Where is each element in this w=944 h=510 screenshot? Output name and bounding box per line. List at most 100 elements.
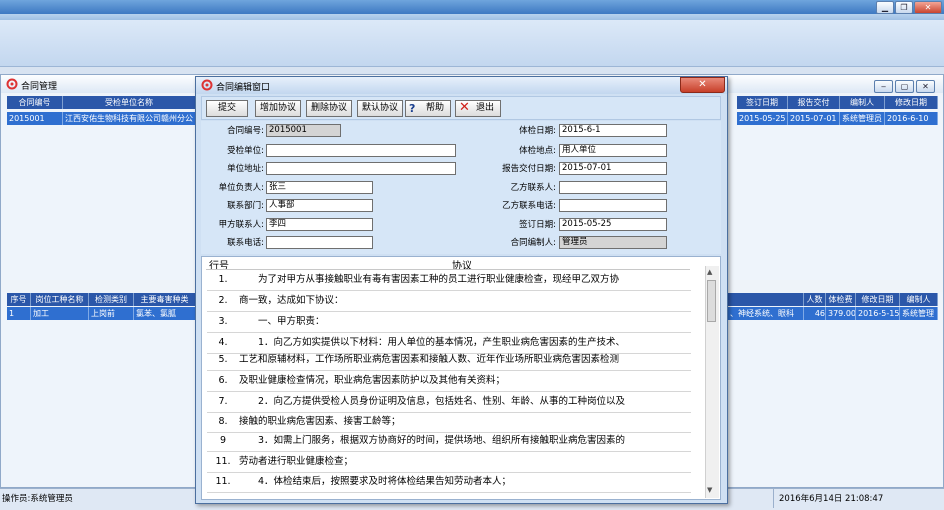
grid-header-author[interactable]: 编制人 bbox=[840, 96, 885, 109]
line-text: 及职业健康检查情况，职业病危害因素防护以及其他有关资料； bbox=[239, 375, 506, 386]
agreement-line[interactable]: 7. 2．向乙方提供受检人员身份证明及信息，包括姓名、性别、年龄、从事的工种岗位… bbox=[207, 392, 691, 413]
status-divider bbox=[773, 489, 774, 508]
exit-button[interactable]: ✕ 退出 bbox=[455, 100, 501, 117]
grid2-cell-position[interactable]: 加工 bbox=[31, 307, 89, 320]
grid-header-sign-date[interactable]: 签订日期 bbox=[737, 96, 788, 109]
report-date-field[interactable]: 2015-07-01 bbox=[559, 162, 667, 175]
scroll-down-icon[interactable]: ▼ bbox=[707, 486, 712, 494]
phone-field[interactable] bbox=[266, 236, 373, 249]
label-report-date: 报告交付日期: bbox=[502, 164, 556, 174]
label-phone: 联系电话: bbox=[227, 238, 264, 248]
delete-agreement-button[interactable]: 删除协议 bbox=[306, 100, 352, 117]
line-text: 劳动者进行职业健康检查； bbox=[239, 456, 354, 467]
agreement-line[interactable]: 3. 一、甲方职责： bbox=[207, 312, 691, 333]
line-text: 一、甲方职责： bbox=[239, 316, 325, 327]
line-no: 6. bbox=[218, 375, 228, 386]
grid2-cell-author[interactable]: 系统管理 bbox=[900, 307, 938, 320]
grid-header-unit-name[interactable]: 受检单位名称 bbox=[63, 96, 196, 109]
main-close-button[interactable]: ✕ bbox=[916, 80, 935, 93]
line-text: 接触的职业病危害因素、接害工龄等； bbox=[239, 416, 401, 427]
line-no: 11. bbox=[215, 456, 231, 467]
status-operator: 操作员:系统管理员 bbox=[2, 494, 73, 504]
main-window-title: 合同管理 bbox=[21, 82, 58, 92]
help-button[interactable]: ? 帮助 bbox=[405, 100, 451, 117]
grid2-header-fee[interactable]: 体检费 bbox=[826, 293, 856, 306]
scroll-up-icon[interactable]: ▲ bbox=[707, 268, 712, 276]
grid-header-contract-no[interactable]: 合同编号 bbox=[7, 96, 63, 109]
grid-cell-sign-date[interactable]: 2015-05-25 bbox=[737, 112, 788, 125]
app-close-button[interactable]: ✕ bbox=[914, 1, 942, 14]
grid-cell-report-date[interactable]: 2015-07-01 bbox=[788, 112, 840, 125]
grid2-cell-modified[interactable]: 2016-5-15 bbox=[856, 307, 900, 320]
grid2-cell-seq[interactable]: 1 bbox=[7, 307, 31, 320]
main-minimize-button[interactable]: ‒ bbox=[874, 80, 893, 93]
grid2-cell-hazard[interactable]: 氯苯、氯胍 bbox=[134, 307, 196, 320]
scroll-thumb[interactable] bbox=[707, 280, 716, 322]
line-no: 9 bbox=[219, 435, 227, 446]
grid-cell-unit-name[interactable]: 江西安佑生物科技有限公司赣州分公 bbox=[63, 112, 196, 125]
app-minimize-button[interactable]: ▁ bbox=[876, 1, 894, 14]
b-phone-field[interactable] bbox=[559, 199, 667, 212]
add-agreement-button[interactable]: 增加协议 bbox=[255, 100, 301, 117]
ribbon-toolbar bbox=[0, 20, 944, 67]
a-contact-field[interactable]: 李四 bbox=[266, 218, 373, 231]
dialog-logo-icon bbox=[201, 79, 213, 91]
b-contact-field[interactable] bbox=[559, 181, 667, 194]
exit-button-label: 退出 bbox=[475, 103, 494, 113]
default-agreement-button[interactable]: 默认协议 bbox=[357, 100, 403, 117]
agreement-line[interactable]: 1. 为了对甲方从事接触职业有毒有害因素工种的员工进行职业健康检查，现经甲乙双方… bbox=[207, 270, 691, 291]
grid2-header-count[interactable]: 人数 bbox=[804, 293, 826, 306]
agreement-line[interactable]: 8. 接触的职业病危害因素、接害工龄等； bbox=[207, 412, 691, 433]
grid2-header-author[interactable]: 编制人 bbox=[900, 293, 938, 306]
exam-place-field[interactable]: 用人单位 bbox=[559, 144, 667, 157]
author-field[interactable]: 管理员 bbox=[559, 236, 667, 249]
line-text: 2．向乙方提供受检人员身份证明及信息，包括姓名、性别、年龄、从事的工种岗位以及 bbox=[239, 396, 626, 407]
grid2-header-position[interactable]: 岗位工种名称 bbox=[31, 293, 89, 306]
line-no: 3. bbox=[218, 316, 228, 327]
line-text: 商一致，达成如下协议： bbox=[239, 295, 344, 306]
grid2-cell-count[interactable]: 46 bbox=[804, 307, 826, 320]
label-exam-place: 体检地点: bbox=[519, 146, 556, 156]
agreement-line[interactable]: 6. 及职业健康检查情况，职业病危害因素防护以及其他有关资料； bbox=[207, 371, 691, 392]
agreement-line[interactable]: 9 3．如需上门服务，根据双方协商好的时间，提供场地、组织所有接触职业病危害因素… bbox=[207, 431, 691, 452]
agreement-line[interactable]: 5. 工艺和原辅材料，工作场所职业病危害因素和接触人数、近年作业场所职业病危害因素… bbox=[207, 350, 691, 371]
agreement-line[interactable]: 2. 商一致，达成如下协议： bbox=[207, 291, 691, 312]
help-button-label: 帮助 bbox=[425, 103, 444, 113]
grid-cell-modified[interactable]: 2016-6-10 bbox=[885, 112, 938, 125]
grid2-header-modified[interactable]: 修改日期 bbox=[856, 293, 900, 306]
line-no: 2. bbox=[218, 295, 228, 306]
grid-header-report-date[interactable]: 报告交付 bbox=[788, 96, 840, 109]
line-no: 7. bbox=[218, 396, 228, 407]
main-restore-button[interactable]: ▢ bbox=[895, 80, 914, 93]
contract-no-field[interactable]: 2015001 bbox=[266, 124, 341, 137]
workspace-gap bbox=[0, 67, 944, 74]
person-field[interactable]: 张三 bbox=[266, 181, 373, 194]
app-restore-button[interactable]: ❐ bbox=[895, 1, 913, 14]
dept-field[interactable]: 人事部 bbox=[266, 199, 373, 212]
grid2-header-category[interactable]: 检测类别 bbox=[89, 293, 134, 306]
unit-field[interactable] bbox=[266, 144, 456, 157]
sign-date-field[interactable]: 2015-05-25 bbox=[559, 218, 667, 231]
grid-cell-contract-no[interactable]: 2015001 bbox=[7, 112, 63, 125]
grid2-cell-category[interactable]: 上岗前 bbox=[89, 307, 134, 320]
grid-header-modified[interactable]: 修改日期 bbox=[885, 96, 938, 109]
grid2-header-seq[interactable]: 序号 bbox=[7, 293, 31, 306]
status-datetime: 2016年6月14日 21:08:47 bbox=[779, 494, 884, 504]
agreement-line[interactable]: 11. 4．体检结束后，按照要求及时将体检结果告知劳动者本人； bbox=[207, 472, 691, 493]
line-no: 8. bbox=[218, 416, 228, 427]
grid2-cell-exam-items[interactable]: 、神经系统、眼科 bbox=[728, 307, 804, 320]
exam-date-field[interactable]: 2015-6-1 bbox=[559, 124, 667, 137]
line-text: 4．体检结束后，按照要求及时将体检结果告知劳动者本人； bbox=[239, 476, 512, 487]
line-text: 3．如需上门服务，根据双方协商好的时间，提供场地、组织所有接触职业病危害因素的 bbox=[239, 435, 626, 446]
line-no: 1. bbox=[218, 274, 228, 285]
help-icon: ? bbox=[409, 102, 416, 115]
agreement-line[interactable]: 11. 劳动者进行职业健康检查； bbox=[207, 452, 691, 473]
grid2-cell-fee[interactable]: 379.00 bbox=[826, 307, 856, 320]
dialog-titlebar bbox=[196, 77, 727, 94]
grid2-header-hazard[interactable]: 主要毒害种类 bbox=[134, 293, 196, 306]
submit-button[interactable]: 提交 bbox=[206, 100, 248, 117]
grid-cell-author[interactable]: 系统管理员 bbox=[840, 112, 885, 125]
app-logo-icon bbox=[6, 78, 18, 90]
address-field[interactable] bbox=[266, 162, 456, 175]
dialog-close-button[interactable]: ✕ bbox=[680, 77, 725, 93]
